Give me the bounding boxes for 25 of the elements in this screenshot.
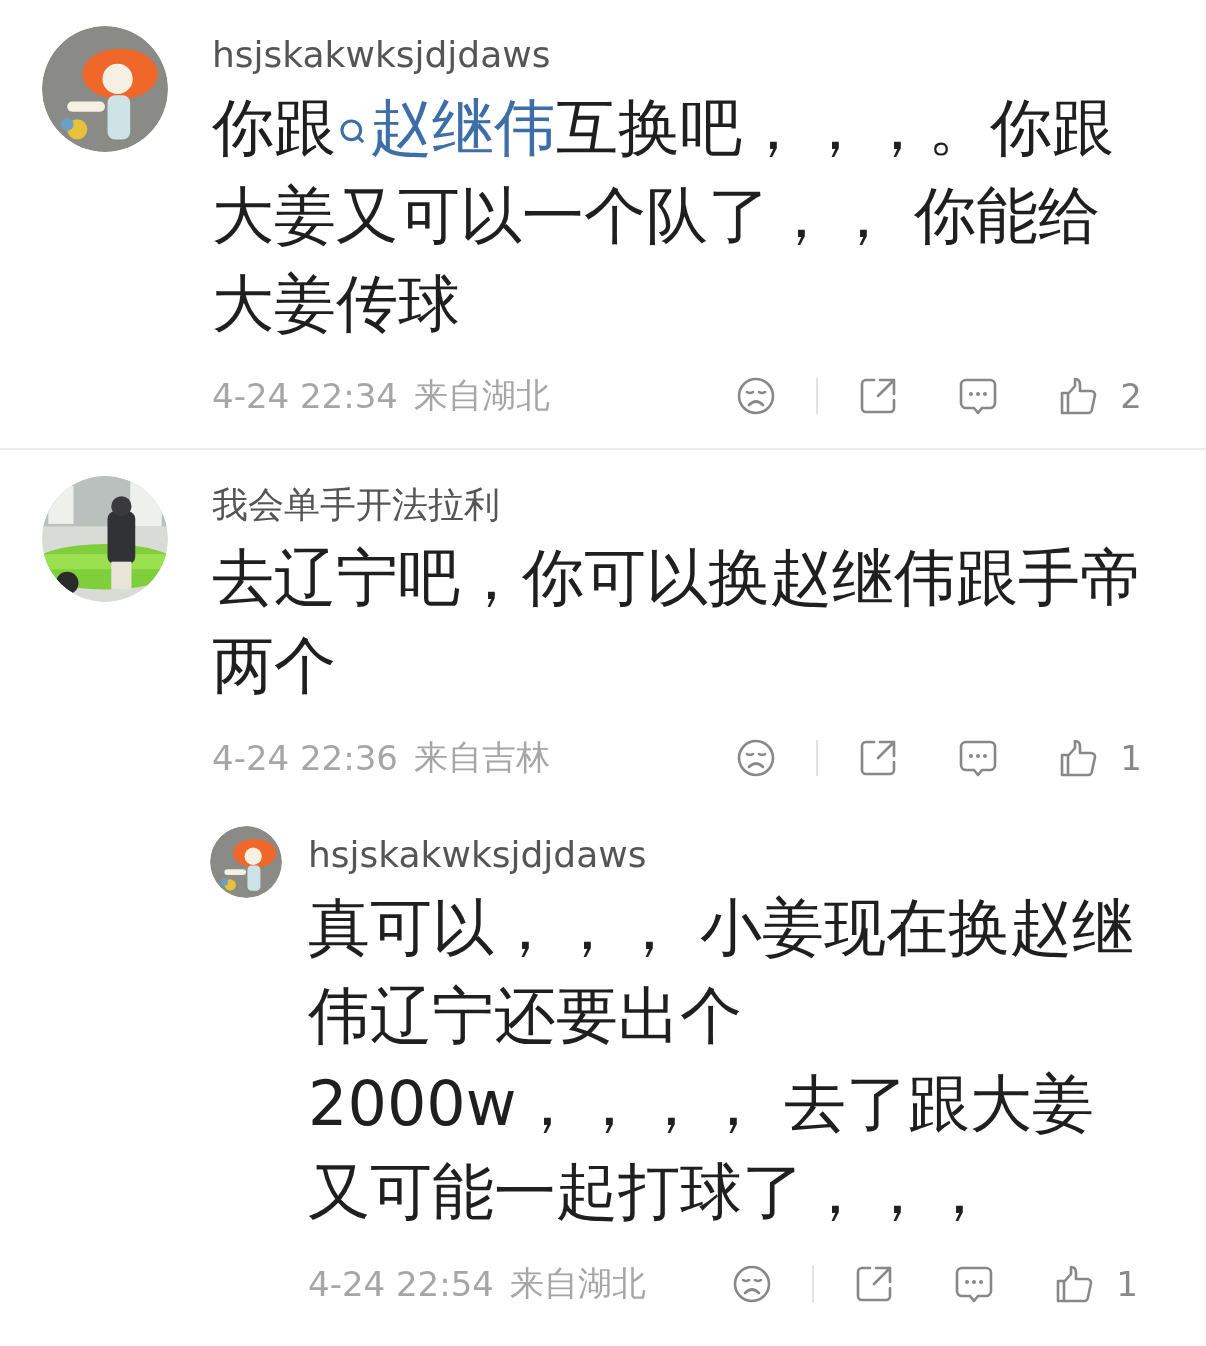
username[interactable]: hsjskakwksjdjdaws [212,26,1142,84]
comment-icon[interactable] [954,1264,995,1304]
comment-time: 4-24 22:54 [308,1264,494,1304]
thumbs-up-icon[interactable] [1054,1264,1095,1304]
comment-icon[interactable] [958,376,999,416]
comment-location: 来自湖北 [509,1262,646,1305]
comment-location: 来自湖北 [413,374,550,417]
comment-text: 真可以，，， 小姜现在换赵继伟辽宁还要出个 2000w，，，， 去了跟大姜又可能一起打球了，，， [308,890,1135,1230]
comment-icon[interactable] [958,738,999,778]
username[interactable]: 我会单手开法拉利 [212,476,1142,534]
thumbs-up-icon[interactable] [1058,376,1099,416]
comment-text: 去辽宁吧，你可以换赵继伟跟手帝两个 [212,540,1142,704]
like-count: 1 [1116,1264,1138,1304]
like-count: 1 [1120,738,1142,778]
thumbs-up-icon[interactable] [1058,738,1099,778]
topic-link[interactable]: 赵继伟 [336,91,556,164]
comment-location: 来自吉林 [413,736,550,779]
comment-text: 你跟 赵继伟互换吧，，，。你跟大姜又可以一个队了，， 你能给大姜传球 [212,90,1115,342]
sad-face-icon[interactable] [736,738,777,778]
comment-time: 4-24 22:34 [212,376,398,416]
sad-face-icon[interactable] [736,376,777,416]
sad-face-icon[interactable] [732,1264,773,1304]
username[interactable]: hsjskakwksjdjdaws [308,826,1138,884]
comment-time: 4-24 22:36 [212,738,398,778]
like-count: 2 [1120,376,1142,416]
